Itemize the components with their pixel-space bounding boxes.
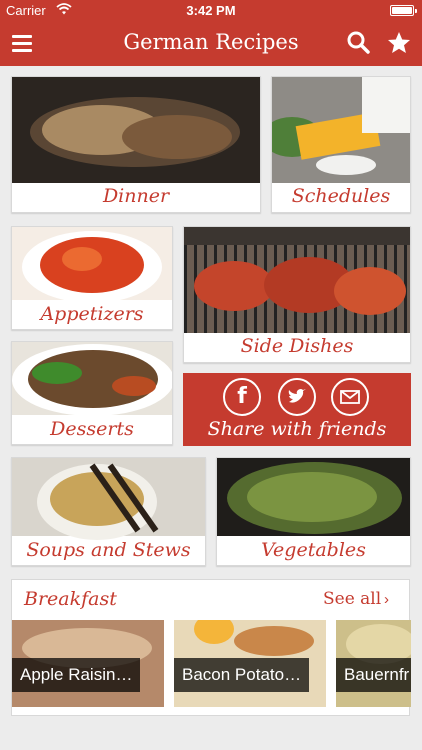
facebook-share-button[interactable]: f (223, 378, 261, 416)
star-icon[interactable] (386, 30, 412, 56)
battery-level (392, 7, 412, 14)
section-title: Breakfast (24, 588, 117, 610)
share-panel: f Share with friends (183, 373, 411, 446)
side-dishes-image (184, 227, 410, 333)
battery-icon (390, 5, 417, 16)
dinner-image (12, 77, 260, 183)
breakfast-section: Breakfast See all › Apple Raisin… Bacon … (11, 579, 411, 716)
twitter-icon (288, 389, 306, 403)
side-dishes-label: Side Dishes (240, 335, 354, 357)
status-time: 3:42 PM (186, 3, 236, 18)
vegetables-image (217, 458, 410, 536)
schedules-label: Schedules (291, 185, 391, 207)
soups-image (12, 458, 205, 540)
email-icon (340, 390, 360, 404)
recipe-card[interactable]: Apple Raisin… (12, 620, 164, 707)
status-bar: Carrier 3:42 PM (0, 0, 422, 22)
dinner-label: Dinner (102, 185, 170, 207)
search-icon[interactable] (346, 30, 372, 56)
recipe-card[interactable]: Bacon Potato… (174, 620, 326, 707)
facebook-icon: f (237, 384, 247, 409)
category-side-dishes[interactable]: Side Dishes (183, 226, 411, 363)
recipe-card-title: Bauernfr (336, 658, 411, 692)
vegetables-label: Vegetables (261, 539, 366, 561)
schedules-image (272, 77, 410, 183)
category-appetizers[interactable]: Appetizers (11, 226, 173, 330)
nav-bar: German Recipes (0, 22, 422, 66)
category-dinner[interactable]: Dinner (11, 76, 261, 213)
email-share-button[interactable] (331, 378, 369, 416)
desserts-label: Desserts (50, 418, 134, 440)
recipe-card-title: Apple Raisin… (12, 658, 141, 692)
soups-label: Soups and Stews (26, 539, 191, 561)
category-schedules[interactable]: Schedules (271, 76, 411, 213)
category-soups-and-stews[interactable]: Soups and Stews (11, 457, 206, 566)
appetizers-label: Appetizers (40, 303, 144, 325)
chevron-right-icon: › (384, 591, 389, 608)
recipe-card[interactable]: Bauernfr (336, 620, 411, 707)
appetizers-image (12, 227, 172, 303)
category-vegetables[interactable]: Vegetables (216, 457, 411, 566)
share-label: Share with friends (207, 418, 387, 440)
recipe-card-title: Bacon Potato… (174, 658, 310, 692)
category-desserts[interactable]: Desserts (11, 341, 173, 445)
desserts-image (12, 342, 172, 416)
see-all-link[interactable]: See all (323, 589, 381, 609)
twitter-share-button[interactable] (278, 378, 316, 416)
